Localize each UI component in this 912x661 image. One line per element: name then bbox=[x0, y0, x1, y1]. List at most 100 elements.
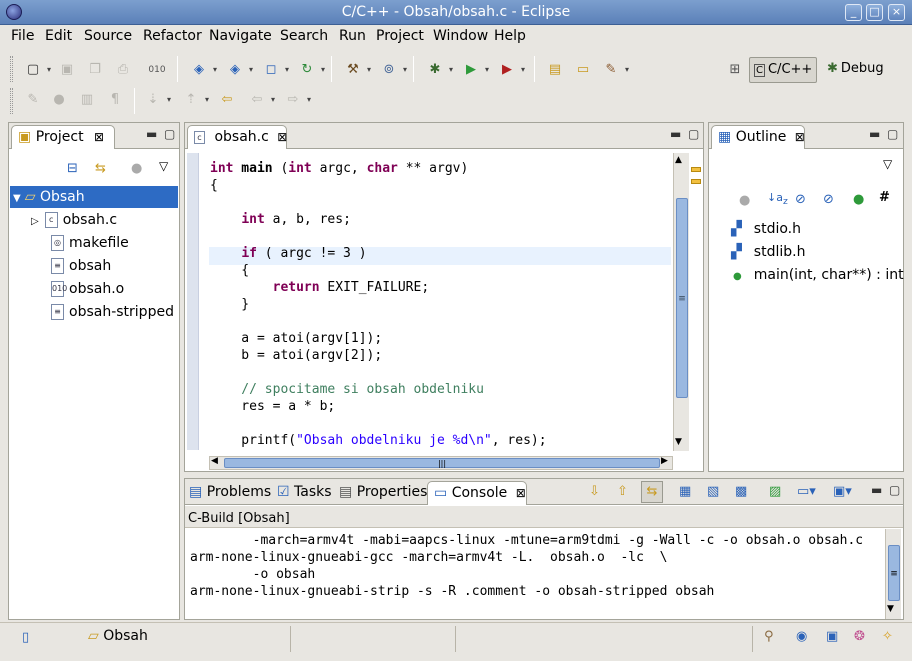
minimize-view-icon[interactable]: ▬ bbox=[670, 127, 681, 141]
outline-item-stdlib[interactable]: ▞ stdlib.h bbox=[731, 241, 805, 263]
maximize-view-icon[interactable]: ▢ bbox=[887, 127, 898, 141]
open-perspective-icon[interactable]: ⊞ bbox=[724, 60, 746, 80]
code-line-12[interactable]: b = atoi(argv[2]); bbox=[210, 348, 382, 363]
close-icon[interactable]: ⊠ bbox=[94, 130, 104, 144]
code-line-7[interactable]: { bbox=[210, 263, 249, 278]
perspective-debug-button[interactable]: ✱ Debug bbox=[823, 57, 888, 83]
close-icon[interactable]: ⊠ bbox=[795, 130, 805, 144]
scroll-down-icon[interactable]: ⇩ bbox=[589, 484, 600, 499]
expand-arrow-icon[interactable]: ▼ bbox=[13, 193, 21, 204]
menu-window[interactable]: Window bbox=[433, 28, 488, 44]
external-tools-icon[interactable]: ▶ ▾ bbox=[496, 60, 525, 80]
toolbar-grip-2[interactable] bbox=[10, 88, 13, 114]
fast-view-icon[interactable]: ▯ bbox=[22, 630, 29, 645]
minimize-view-icon[interactable]: ▬ bbox=[869, 127, 880, 141]
search-icon[interactable]: ⊚ ▾ bbox=[378, 60, 407, 80]
close-icon[interactable]: ⊠ bbox=[277, 130, 287, 144]
maximize-button[interactable]: □ bbox=[866, 4, 883, 21]
tree-item-obsah-stripped[interactable]: ≡ obsah-stripped bbox=[51, 301, 174, 323]
code-line-9[interactable]: } bbox=[210, 297, 249, 312]
open-type-icon[interactable]: ▤ bbox=[544, 60, 566, 80]
scroll-thumb[interactable]: ≡ bbox=[888, 545, 900, 601]
tree-item-obsah-c[interactable]: ▷ c obsah.c bbox=[31, 209, 117, 231]
menu-source[interactable]: Source bbox=[84, 28, 132, 44]
run-icon[interactable]: ▶ ▾ bbox=[460, 60, 489, 80]
maximize-view-icon[interactable]: ▢ bbox=[688, 127, 699, 141]
link-with-editor-icon[interactable]: ⇆ bbox=[95, 161, 106, 176]
code-line-4[interactable]: int a, b, res; bbox=[210, 212, 351, 227]
minimize-view-icon[interactable]: ▬ bbox=[871, 483, 882, 497]
scroll-right-arrow-icon[interactable]: ▶ bbox=[661, 456, 668, 466]
menu-edit[interactable]: Edit bbox=[45, 28, 72, 44]
menu-file[interactable]: File bbox=[11, 28, 34, 44]
console-scrollbar[interactable]: ≡ ▼ bbox=[885, 529, 901, 619]
star-icon[interactable]: ✧ bbox=[882, 629, 893, 644]
new-folder-icon[interactable]: ◈ ▾ bbox=[224, 60, 253, 80]
menu-navigate[interactable]: Navigate bbox=[209, 28, 272, 44]
pen-icon[interactable]: ✎ ▾ bbox=[600, 60, 629, 80]
code-line-17[interactable]: printf("Obsah obdelniku je %d\n", res); bbox=[210, 433, 546, 448]
editor-horizontal-scrollbar[interactable]: ◀ ||| ▶ bbox=[209, 456, 673, 470]
new-class-icon[interactable]: ◻ ▾ bbox=[260, 60, 289, 80]
view-menu-icon[interactable]: ▽ bbox=[159, 159, 168, 173]
code-line-2[interactable]: { bbox=[210, 178, 218, 193]
code-line-1[interactable]: int main (int argc, char ** argv) bbox=[210, 161, 468, 176]
code-line-6[interactable]: if ( argc != 3 ) bbox=[210, 246, 366, 261]
scroll-thumb-h[interactable]: ||| bbox=[224, 458, 660, 468]
build-hammer-icon[interactable]: ⚒ ▾ bbox=[342, 60, 371, 80]
code-line-11[interactable]: a = atoi(argv[1]); bbox=[210, 331, 382, 346]
tab-obsah-c[interactable]: c obsah.c ⊠ bbox=[187, 125, 287, 149]
remove-launch-icon[interactable]: ▩ bbox=[735, 484, 747, 499]
tab-project[interactable]: ▣ Project ⊠ bbox=[11, 125, 115, 149]
view-menu-icon[interactable]: ▽ bbox=[883, 157, 892, 171]
sort-az-icon[interactable]: ↓az bbox=[767, 191, 788, 207]
outline-item-main[interactable]: ● main(int, char**) : int bbox=[733, 264, 904, 286]
minimize-view-icon[interactable]: ▬ bbox=[146, 127, 157, 141]
tab-problems[interactable]: ▤ Problems bbox=[189, 484, 271, 500]
collapse-all-icon[interactable]: ⊟ bbox=[67, 161, 78, 176]
pin-console-icon[interactable]: ▧ bbox=[707, 484, 719, 499]
hide-macros-icon[interactable]: # bbox=[879, 190, 890, 205]
palette-icon[interactable]: ❂ bbox=[854, 629, 865, 644]
scroll-lock-icon[interactable]: ⇆ bbox=[641, 481, 663, 503]
menu-run[interactable]: Run bbox=[339, 28, 366, 44]
perspective-cpp-button[interactable]: C C/C++ bbox=[749, 57, 818, 83]
scroll-up-arrow-icon[interactable]: ▲ bbox=[675, 155, 682, 165]
scroll-up-icon[interactable]: ⇧ bbox=[617, 484, 628, 499]
scroll-thumb[interactable]: ≡ bbox=[676, 198, 688, 398]
hide-non-public-icon[interactable]: ⊘ bbox=[823, 192, 834, 207]
maximize-view-icon[interactable]: ▢ bbox=[889, 483, 900, 497]
toolbar-grip[interactable] bbox=[10, 56, 13, 82]
progress-icon[interactable]: ⚲ bbox=[764, 629, 774, 644]
close-button[interactable]: × bbox=[888, 4, 905, 21]
tab-tasks[interactable]: ☑ Tasks bbox=[277, 484, 332, 500]
tree-item-project-root[interactable]: ▼ ▱ Obsah bbox=[10, 186, 178, 208]
tree-item-makefile[interactable]: ◎ makefile bbox=[51, 232, 129, 254]
editor-vertical-scrollbar[interactable]: ▲ ≡ ▼ bbox=[673, 153, 689, 451]
menu-help[interactable]: Help bbox=[494, 28, 526, 44]
debug-icon[interactable]: ✱ ▾ bbox=[424, 60, 453, 80]
tab-console[interactable]: ▭ Console ⊠ bbox=[427, 481, 527, 505]
close-icon[interactable]: ⊠ bbox=[516, 486, 526, 500]
new-console-icon[interactable]: ▣▾ bbox=[833, 484, 852, 499]
tab-properties[interactable]: ▤ Properties bbox=[339, 484, 427, 500]
minimize-button[interactable]: _ bbox=[845, 4, 862, 21]
outline-item-stdio[interactable]: ▞ stdio.h bbox=[731, 218, 801, 240]
scroll-left-arrow-icon[interactable]: ◀ bbox=[211, 456, 218, 466]
display-console-icon[interactable]: ▭▾ bbox=[797, 484, 816, 499]
scroll-down-arrow-icon[interactable]: ▼ bbox=[887, 604, 894, 614]
collapsed-arrow-icon[interactable]: ▷ bbox=[31, 216, 39, 227]
tree-item-obsah-o[interactable]: 010 obsah.o bbox=[51, 278, 124, 300]
scroll-down-arrow-icon[interactable]: ▼ bbox=[675, 437, 682, 447]
maximize-view-icon[interactable]: ▢ bbox=[164, 127, 175, 141]
menu-search[interactable]: Search bbox=[280, 28, 328, 44]
code-line-14[interactable]: // spocitame si obsah obdelniku bbox=[210, 382, 484, 397]
code-line-8[interactable]: return EXIT_FAILURE; bbox=[210, 280, 430, 295]
open-console-icon[interactable]: ▨ bbox=[769, 484, 781, 499]
hide-static-icon[interactable]: ⊘ bbox=[795, 192, 806, 207]
new-cpp-project-icon[interactable]: ◈ ▾ bbox=[188, 60, 217, 80]
remote-systems-icon[interactable]: ◉ bbox=[796, 629, 807, 644]
refresh-icon[interactable]: ↻ ▾ bbox=[296, 60, 325, 80]
open-folder-icon[interactable]: ▭ bbox=[572, 60, 594, 80]
code-line-15[interactable]: res = a * b; bbox=[210, 399, 335, 414]
